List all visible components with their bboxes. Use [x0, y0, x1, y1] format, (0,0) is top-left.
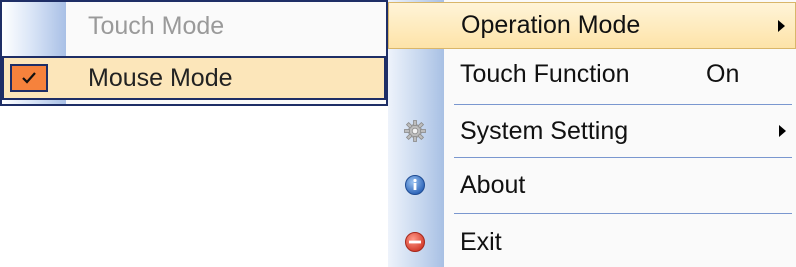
operation-mode-label: Operation Mode	[461, 11, 641, 39]
exit-label: Exit	[460, 228, 502, 256]
menu-separator	[454, 213, 792, 214]
system-setting-label: System Setting	[460, 117, 629, 145]
menu-item-mouse-mode[interactable]: Mouse Mode	[2, 56, 386, 100]
exit-icon	[404, 231, 426, 253]
menu-separator	[454, 157, 792, 158]
checkmark-icon	[10, 64, 48, 92]
info-icon	[404, 174, 426, 196]
about-label: About	[460, 171, 526, 199]
gear-icon	[404, 120, 426, 142]
submenu-arrow-icon	[779, 125, 786, 137]
menu-separator	[454, 104, 792, 105]
touch-function-label: Touch Function	[460, 60, 630, 88]
touch-function-value: On	[706, 60, 740, 88]
operation-mode-submenu: Touch Mode Mouse Mode	[0, 0, 388, 106]
menu-item-touch-function[interactable]: Touch Function On	[388, 52, 796, 96]
submenu-arrow-icon	[778, 20, 785, 32]
context-menu: Operation Mode Touch Function On System …	[388, 0, 796, 267]
menu-item-exit[interactable]: Exit	[388, 219, 796, 265]
mouse-mode-label: Mouse Mode	[88, 64, 233, 92]
menu-item-operation-mode[interactable]: Operation Mode	[388, 2, 796, 49]
menu-item-about[interactable]: About	[388, 163, 796, 207]
menu-item-touch-mode[interactable]: Touch Mode	[2, 4, 386, 48]
touch-mode-label: Touch Mode	[88, 12, 225, 40]
menu-item-system-setting[interactable]: System Setting	[388, 110, 796, 152]
